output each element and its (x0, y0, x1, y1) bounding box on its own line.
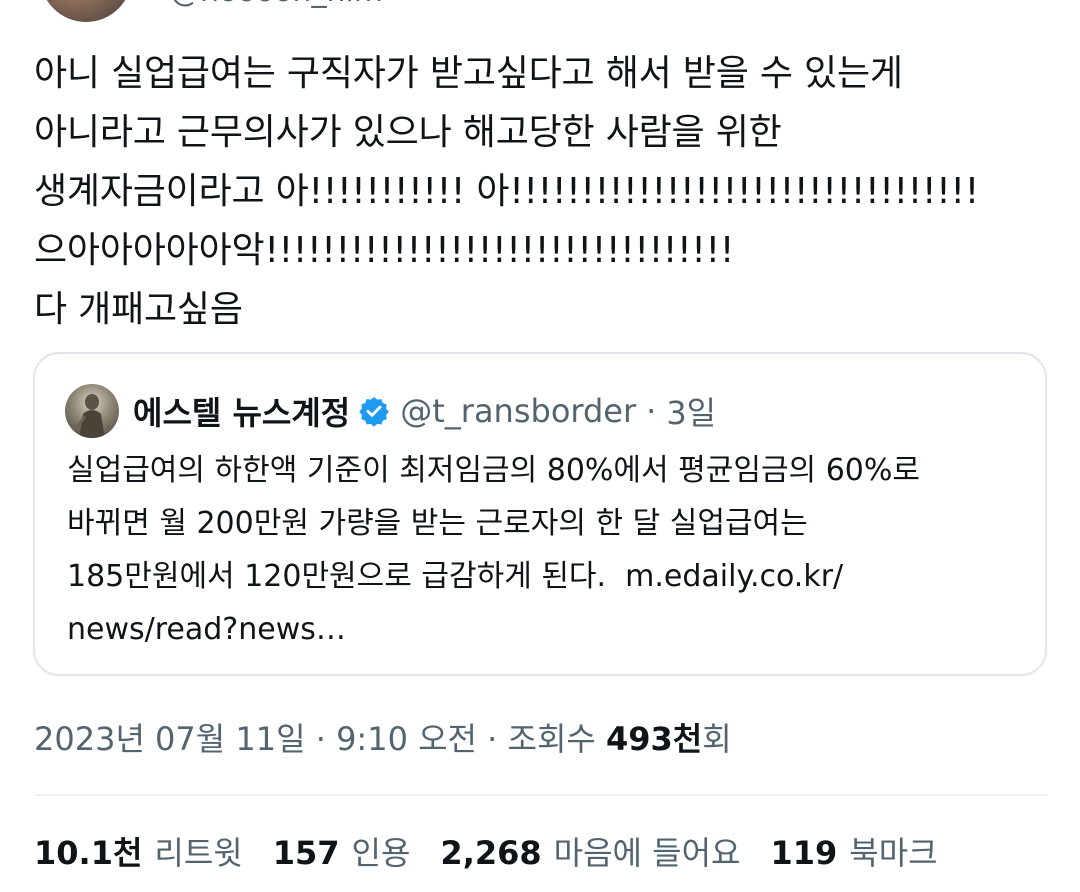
retweets-count: 10.1천 (34, 834, 143, 872)
tweet-line: 아니 실업급여는 구직자가 받고싶다고 해서 받을 수 있는게 (34, 53, 903, 94)
quoted-author-avatar[interactable] (65, 384, 119, 438)
views-suffix: 회 (702, 720, 732, 758)
likes-count: 2,268 (440, 834, 542, 872)
tweet-meta: 2023년 07월 11일 · 9:10 오전 · 조회수 493천회 (34, 714, 732, 760)
separator-dot: · (487, 720, 498, 758)
tweet-date[interactable]: 2023년 07월 11일 (34, 720, 306, 758)
quotes-count: 157 (272, 834, 340, 872)
divider (34, 794, 1048, 796)
likes-stat[interactable]: 2,268 마음에 들어요 (440, 828, 740, 874)
quoted-line: 바뀌면 월 200만원 가량을 받는 근로자의 한 달 실업급여는 (67, 506, 808, 541)
author-avatar[interactable] (40, 0, 132, 22)
retweets-label: 리트윗 (154, 834, 243, 872)
author-handle[interactable]: @hooooh_him (170, 0, 383, 9)
views-label: 조회수 (507, 720, 596, 758)
bookmarks-stat[interactable]: 119 북마크 (770, 828, 937, 874)
tweet-body: 아니 실업급여는 구직자가 받고싶다고 해서 받을 수 있는게 아니라고 근무의… (34, 44, 1054, 339)
views-count[interactable]: 493천 (606, 720, 702, 758)
quoted-tweet-body: 실업급여의 하한액 기준이 최저임금의 80%에서 평균임금의 60%로 바뀌면… (67, 444, 1027, 656)
engagement-stats: 10.1천 리트윗 157 인용 2,268 마음에 들어요 119 북마크 (34, 828, 968, 874)
quoted-link-continued[interactable]: news/read?news… (67, 603, 1027, 656)
quotes-stat[interactable]: 157 인용 (273, 828, 411, 874)
bookmarks-label: 북마크 (849, 834, 938, 872)
quoted-tweet-header: 에스텔 뉴스계정 @t_ransborder · 3일 (133, 388, 716, 434)
quoted-line-text: 185만원에서 120만원으로 급감하게 된다. (67, 559, 607, 594)
tweet-line: 아니라고 근무의사가 있으나 해고당한 사람을 위한 (34, 112, 782, 153)
tweet-line: 으아아아아아악!!!!!!!!!!!!!!!!!!!!!!!!!!!!!!!!! (34, 230, 735, 271)
quoted-author-handle[interactable]: @t_ransborder (400, 392, 636, 430)
separator-dot: · (646, 392, 657, 430)
quotes-label: 인용 (351, 834, 411, 872)
retweets-stat[interactable]: 10.1천 리트윗 (34, 828, 243, 874)
verified-badge-icon (359, 397, 390, 427)
quoted-line: 185만원에서 120만원으로 급감하게 된다. m.edaily.co.kr/ (67, 550, 1027, 603)
tweet-line: 생계자금이라고 아!!!!!!!!!!! 아!!!!!!!!!!!!!!!!!!… (34, 171, 979, 212)
separator-dot: · (315, 720, 326, 758)
statue-avatar-icon (75, 394, 105, 438)
tweet-line: 다 개패고싶음 (34, 289, 243, 330)
likes-label: 마음에 들어요 (553, 834, 741, 872)
quoted-tweet-card[interactable]: 에스텔 뉴스계정 @t_ransborder · 3일 실업급여의 하한액 기준… (33, 352, 1047, 676)
quoted-line: 실업급여의 하한액 기준이 최저임금의 80%에서 평균임금의 60%로 (67, 453, 920, 488)
quoted-link[interactable]: m.edaily.co.kr/ (625, 559, 843, 594)
quoted-tweet-time[interactable]: 3일 (666, 388, 716, 434)
tweet-detail-page: @hooooh_him 아니 실업급여는 구직자가 받고싶다고 해서 받을 수 … (0, 0, 1080, 892)
tweet-time[interactable]: 9:10 오전 (336, 720, 477, 758)
quoted-author-name[interactable]: 에스텔 뉴스계정 (133, 388, 350, 434)
bookmarks-count: 119 (770, 834, 838, 872)
